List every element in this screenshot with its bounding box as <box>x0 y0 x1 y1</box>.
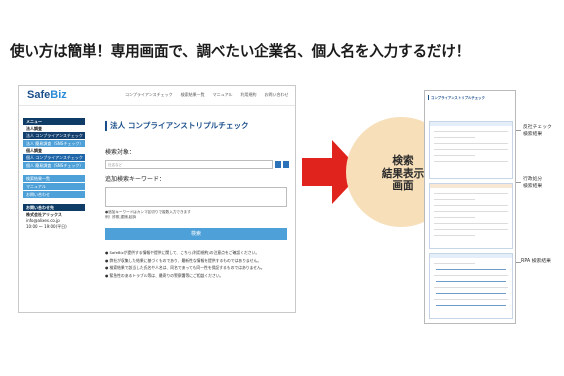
sidebar-contact-header: お問い合わせ先 <box>23 204 85 211</box>
search-button[interactable]: 検索 <box>105 228 287 240</box>
sidebar-menu-header: メニュー <box>23 118 85 125</box>
label-admin-line1: 行政処分 <box>523 177 543 182</box>
label-anti-social-line1: 反社チェック <box>523 125 552 130</box>
label-connector <box>516 130 521 131</box>
label-anti-social: 反社チェック 検索結果 <box>523 124 552 138</box>
keyword-label: 追加検索キーワード： <box>105 176 166 183</box>
sidebar: メニュー 法人調査 法人 コンプライアンスチェック 法人 簡易調査（SNSチェッ… <box>23 118 85 230</box>
section-header-bar <box>430 184 512 188</box>
section-header-bar <box>430 254 512 258</box>
logo-main: Safe <box>27 89 51 101</box>
sidebar-item-contact[interactable]: お問い合わせ <box>23 191 85 198</box>
logo-accent: Biz <box>50 89 67 101</box>
notice-item: ● 検索結果で該当した氏名や人名は、同名であっても同一性を保証するものではありま… <box>105 265 265 270</box>
report-title: コンプライアンストリプルチェック <box>428 95 515 100</box>
target-input[interactable]: 社名など <box>105 160 273 169</box>
top-nav: コンプライアンスチェック 検索結果一覧 マニュアル 利用規約 お問い合わせ <box>125 92 289 98</box>
sidebar-item-corp-compliance[interactable]: 法人 コンプライアンスチェック <box>23 132 85 139</box>
form-title: 法人 コンプライアンストリプルチェック <box>105 121 289 131</box>
sidebar-item-manual[interactable]: マニュアル <box>23 183 85 190</box>
target-row: 社名など <box>105 160 289 169</box>
nav-compliance-check[interactable]: コンプライアンスチェック <box>125 92 173 98</box>
sidebar-item-corp-sns[interactable]: 法人 簡易調査（SNSチェック） <box>23 140 85 147</box>
label-admin-penalty: 行政処分 検索結果 <box>523 176 542 190</box>
target-select-button[interactable] <box>275 161 281 168</box>
notice-item: ● SafeBizが提供する情報や提供に関して、こちら(利用規約)の注意点をご確… <box>105 250 260 255</box>
app-header: SafeBiz コンプライアンスチェック 検索結果一覧 マニュアル 利用規約 お… <box>19 86 295 106</box>
label-rpa: RPA 検索結果 <box>521 259 551 264</box>
headline: 使い方は簡単！専用画面で、調べたい企業名、個人名を入力するだけ！ <box>10 43 471 60</box>
label-admin-line2: 検索結果 <box>523 184 543 189</box>
report-section-admin-penalty <box>429 183 513 249</box>
keyword-note: ●追加キーワードはカンマ区切りで複数入力できます 例）詐欺,逮捕,起訴 <box>105 210 289 220</box>
target-option-button[interactable] <box>283 161 289 168</box>
nav-contact[interactable]: お問い合わせ <box>265 92 289 98</box>
nav-search-results[interactable]: 検索結果一覧 <box>181 92 205 98</box>
sidebar-item-results[interactable]: 検索結果一覧 <box>23 175 85 182</box>
notice-list: ● SafeBizが提供する情報や提供に関して、こちら(利用規約)の注意点をご確… <box>105 249 289 279</box>
label-connector <box>516 182 521 183</box>
nav-terms[interactable]: 利用規約 <box>241 92 257 98</box>
report-section-anti-social <box>429 121 513 179</box>
report-section-rpa <box>429 253 513 319</box>
section-header-bar <box>430 122 512 126</box>
search-form: 法人 コンプライアンストリプルチェック 検索対象： 社名など 追加検索キーワード… <box>105 121 289 279</box>
safebiz-logo: SafeBiz <box>27 89 67 101</box>
search-screen-mockup: SafeBiz コンプライアンスチェック 検索結果一覧 マニュアル 利用規約 お… <box>18 85 296 313</box>
nav-manual[interactable]: マニュアル <box>213 92 233 98</box>
result-report-thumbnail: コンプライアンストリプルチェック <box>424 90 516 324</box>
keyword-textarea[interactable] <box>105 187 287 207</box>
notice-item: ● 弊社が収集した結果に基づくものであり、最新性な情報を提供するものではありませ… <box>105 257 262 263</box>
label-anti-social-line2: 検索結果 <box>523 132 543 137</box>
sidebar-item-person-sns[interactable]: 個人 簡易調査（SNSチェック） <box>23 162 85 169</box>
sidebar-item-person-compliance[interactable]: 個人 コンプライアンスチェック <box>23 154 85 161</box>
target-label: 検索対象： <box>105 149 136 156</box>
keyword-note-line2: 例）詐欺,逮捕,起訴 <box>105 215 137 219</box>
contact-hours: 10:00 〜 19:00(平日) <box>26 224 67 229</box>
notice-item: ● 緊急性のあるトラブル等は、最寄りの警察署等にご相談ください。 <box>105 272 224 278</box>
